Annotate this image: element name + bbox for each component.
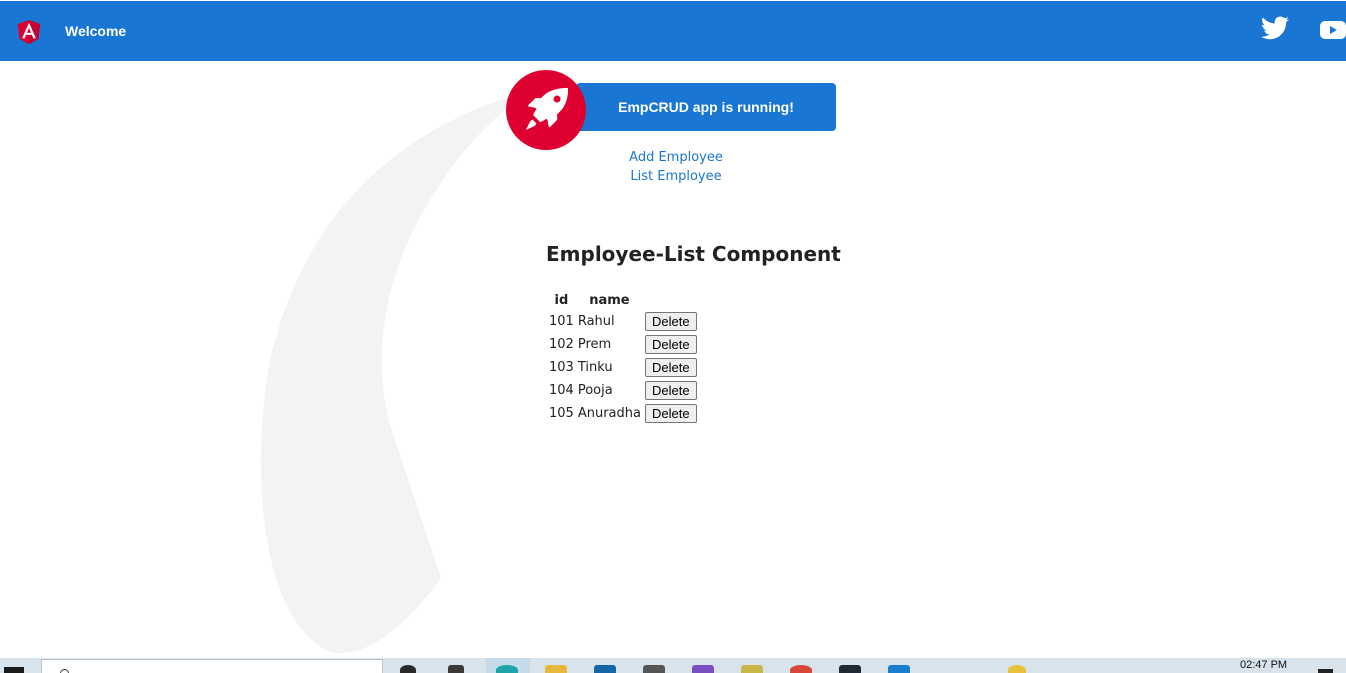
table-row: 105 Anuradha Delete [548, 403, 698, 424]
table-row: 104 Pooja Delete [548, 380, 698, 401]
chrome-icon[interactable] [790, 665, 812, 673]
taskbar-clock[interactable]: 02:47 PM [1240, 659, 1287, 671]
list-employee-link[interactable]: List Employee [576, 167, 776, 186]
notes-icon[interactable] [741, 665, 763, 673]
youtube-icon[interactable] [1320, 21, 1346, 39]
employee-id: 101 [549, 314, 574, 329]
widgets-icon[interactable] [448, 665, 464, 673]
table-row: 101 Rahul Delete [548, 311, 698, 332]
table-row: 102 Prem Delete [548, 334, 698, 355]
column-header-id: id [554, 292, 569, 308]
rocket-badge [506, 70, 586, 150]
app-running-text: EmpCRUD app is running! [618, 99, 794, 115]
angular-logo-icon [17, 20, 41, 45]
delete-button[interactable]: Delete [644, 381, 697, 400]
app-icon[interactable] [643, 665, 665, 673]
top-toolbar: Welcome [0, 1, 1346, 61]
delete-button[interactable]: Delete [644, 312, 697, 331]
delete-button[interactable]: Delete [644, 358, 697, 377]
employee-table: id name 101 Rahul Delete 102 Prem Delete… [546, 289, 700, 426]
employee-name: Pooja [577, 383, 613, 398]
employee-id: 103 [549, 360, 574, 375]
visual-studio-icon[interactable] [692, 665, 714, 673]
add-employee-link[interactable]: Add Employee [576, 148, 776, 167]
terminal-icon[interactable] [839, 665, 861, 673]
vscode-icon[interactable] [888, 665, 910, 673]
table-row: 103 Tinku Delete [548, 357, 698, 378]
toolbar-title: Welcome [65, 23, 127, 39]
nav-links: Add Employee List Employee [576, 148, 776, 186]
app-running-card: EmpCRUD app is running! [576, 83, 836, 131]
weather-icon[interactable] [1008, 665, 1026, 673]
notification-icon[interactable] [1318, 669, 1333, 673]
delete-button[interactable]: Delete [644, 404, 697, 423]
rocket-icon [526, 87, 568, 130]
employee-id: 102 [549, 337, 574, 352]
component-heading: Employee-List Component [546, 242, 841, 266]
delete-button[interactable]: Delete [644, 335, 697, 354]
employee-id: 104 [549, 383, 574, 398]
employee-id: 105 [549, 406, 574, 421]
taskbar-search-box[interactable] [41, 659, 383, 673]
start-menu-icon[interactable] [4, 667, 24, 673]
twitter-icon[interactable] [1261, 16, 1289, 40]
employee-name: Rahul [577, 314, 615, 329]
employee-name: Prem [577, 337, 612, 352]
column-header-name: name [589, 292, 630, 308]
store-icon[interactable] [594, 665, 616, 673]
search-icon [60, 669, 69, 673]
employee-name: Anuradha [577, 406, 641, 421]
task-view-icon[interactable] [400, 665, 416, 673]
table-header-row: id name [548, 291, 698, 309]
employee-name: Tinku [577, 360, 613, 375]
file-explorer-icon[interactable] [545, 665, 567, 673]
column-header-actions [644, 291, 698, 309]
os-taskbar: 02:47 PM [0, 658, 1346, 673]
edge-browser-icon[interactable] [496, 665, 518, 673]
